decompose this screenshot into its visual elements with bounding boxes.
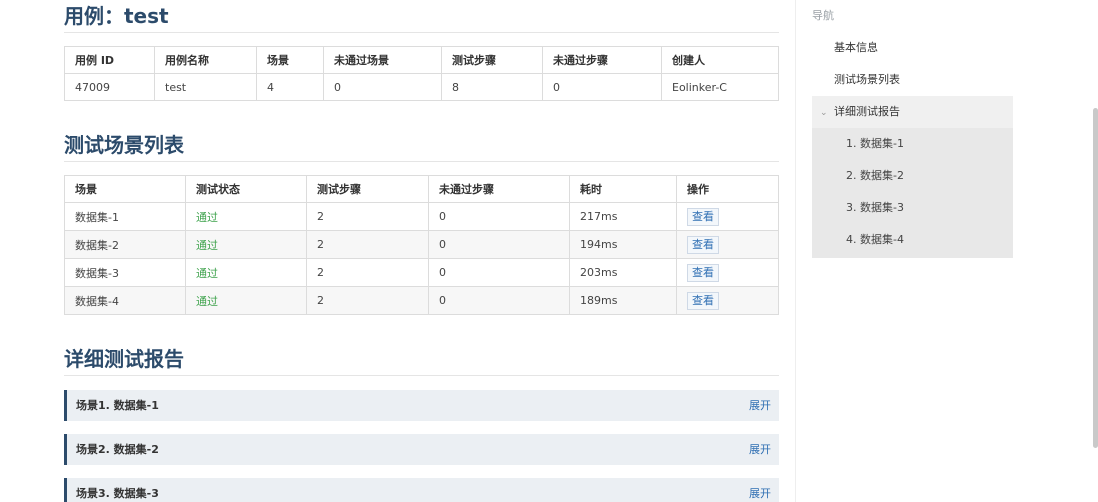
col-failed-steps: 未通过步骤 <box>543 47 662 74</box>
view-button[interactable]: 查看 <box>687 236 719 254</box>
cell-failed: 0 <box>429 203 570 231</box>
expand-link[interactable]: 展开 <box>749 434 771 465</box>
scrollbar-thumb[interactable] <box>1093 108 1098 448</box>
nav-sub-item[interactable]: 2. 数据集-2 <box>812 160 1013 192</box>
cell-scene: 数据集-1 <box>65 203 186 231</box>
col-scene: 场景 <box>257 47 324 74</box>
report-main: 用例：test 用例 ID 用例名称 场景 未通过场景 测试步骤 未通过步骤 创… <box>64 0 779 502</box>
nav-sub-item[interactable]: 1. 数据集-1 <box>812 128 1013 160</box>
nav-sub-item[interactable]: 4. 数据集-4 <box>812 224 1013 258</box>
col-status: 测试状态 <box>186 176 307 203</box>
expand-link[interactable]: 展开 <box>749 390 771 421</box>
content-divider <box>795 0 796 502</box>
cell-failed-steps: 0 <box>543 74 662 101</box>
cell-failed: 0 <box>429 287 570 315</box>
col-failed-steps: 未通过步骤 <box>429 176 570 203</box>
page-title: 用例：test <box>64 2 779 30</box>
table-row: 数据集-2 通过 2 0 194ms 查看 <box>65 231 779 259</box>
detail-scene-label: 场景1. 数据集-1 <box>76 399 159 412</box>
cell-steps: 2 <box>307 231 429 259</box>
col-case-name: 用例名称 <box>155 47 257 74</box>
table-row: 数据集-4 通过 2 0 189ms 查看 <box>65 287 779 315</box>
cell-status: 通过 <box>186 231 307 259</box>
col-action: 操作 <box>677 176 779 203</box>
cell-creator: Eolinker-C <box>662 74 779 101</box>
cell-action: 查看 <box>677 287 779 315</box>
cell-duration: 217ms <box>570 203 677 231</box>
side-navigation: 导航 基本信息 测试场景列表 ⌄详细测试报告 1. 数据集-1 2. 数据集-2… <box>812 0 1013 258</box>
cell-failed-scene: 0 <box>324 74 442 101</box>
col-steps: 测试步骤 <box>307 176 429 203</box>
detail-scene-bar: 场景2. 数据集-2 展开 <box>64 434 779 465</box>
detail-scene-bar: 场景3. 数据集-3 展开 <box>64 478 779 502</box>
cell-action: 查看 <box>677 203 779 231</box>
cell-duration: 203ms <box>570 259 677 287</box>
view-button[interactable]: 查看 <box>687 208 719 226</box>
scene-table: 场景 测试状态 测试步骤 未通过步骤 耗时 操作 数据集-1 通过 2 0 21… <box>64 175 779 315</box>
col-scene: 场景 <box>65 176 186 203</box>
cell-case-name: test <box>155 74 257 101</box>
cell-scene: 数据集-2 <box>65 231 186 259</box>
section-divider <box>64 375 779 376</box>
cell-scene: 4 <box>257 74 324 101</box>
nav-item-scene-list[interactable]: 测试场景列表 <box>812 64 1013 96</box>
view-button[interactable]: 查看 <box>687 292 719 310</box>
cell-scene: 数据集-3 <box>65 259 186 287</box>
col-duration: 耗时 <box>570 176 677 203</box>
col-test-steps: 测试步骤 <box>442 47 543 74</box>
cell-status: 通过 <box>186 259 307 287</box>
nav-group-detail-report: ⌄详细测试报告 1. 数据集-1 2. 数据集-2 3. 数据集-3 4. 数据… <box>812 96 1013 258</box>
detail-scene-label: 场景3. 数据集-3 <box>76 487 159 500</box>
nav-heading: 导航 <box>812 0 1013 32</box>
chevron-down-icon: ⌄ <box>820 97 834 129</box>
cell-status: 通过 <box>186 287 307 315</box>
detail-scene-bar: 场景1. 数据集-1 展开 <box>64 390 779 421</box>
title-divider <box>64 32 779 33</box>
cell-duration: 194ms <box>570 231 677 259</box>
table-row: 数据集-1 通过 2 0 217ms 查看 <box>65 203 779 231</box>
nav-group-toggle[interactable]: ⌄详细测试报告 <box>812 96 1013 128</box>
expand-link[interactable]: 展开 <box>749 478 771 502</box>
nav-item-basic-info[interactable]: 基本信息 <box>812 32 1013 64</box>
col-case-id: 用例 ID <box>65 47 155 74</box>
cell-duration: 189ms <box>570 287 677 315</box>
col-creator: 创建人 <box>662 47 779 74</box>
detail-scene-label: 场景2. 数据集-2 <box>76 443 159 456</box>
cell-action: 查看 <box>677 259 779 287</box>
cell-steps: 2 <box>307 203 429 231</box>
nav-group-label: 详细测试报告 <box>834 105 900 118</box>
scene-list-title: 测试场景列表 <box>64 131 779 159</box>
cell-case-id: 47009 <box>65 74 155 101</box>
col-failed-scene: 未通过场景 <box>324 47 442 74</box>
cell-test-steps: 8 <box>442 74 543 101</box>
cell-action: 查看 <box>677 231 779 259</box>
cell-failed: 0 <box>429 231 570 259</box>
cell-failed: 0 <box>429 259 570 287</box>
detail-report-title: 详细测试报告 <box>64 345 779 373</box>
view-button[interactable]: 查看 <box>687 264 719 282</box>
table-row: 数据集-3 通过 2 0 203ms 查看 <box>65 259 779 287</box>
table-header-row: 场景 测试状态 测试步骤 未通过步骤 耗时 操作 <box>65 176 779 203</box>
cell-steps: 2 <box>307 259 429 287</box>
table-row: 47009 test 4 0 8 0 Eolinker-C <box>65 74 779 101</box>
case-info-table: 用例 ID 用例名称 场景 未通过场景 测试步骤 未通过步骤 创建人 47009… <box>64 46 779 101</box>
cell-scene: 数据集-4 <box>65 287 186 315</box>
cell-steps: 2 <box>307 287 429 315</box>
nav-sub-item[interactable]: 3. 数据集-3 <box>812 192 1013 224</box>
table-header-row: 用例 ID 用例名称 场景 未通过场景 测试步骤 未通过步骤 创建人 <box>65 47 779 74</box>
section-divider <box>64 161 779 162</box>
cell-status: 通过 <box>186 203 307 231</box>
